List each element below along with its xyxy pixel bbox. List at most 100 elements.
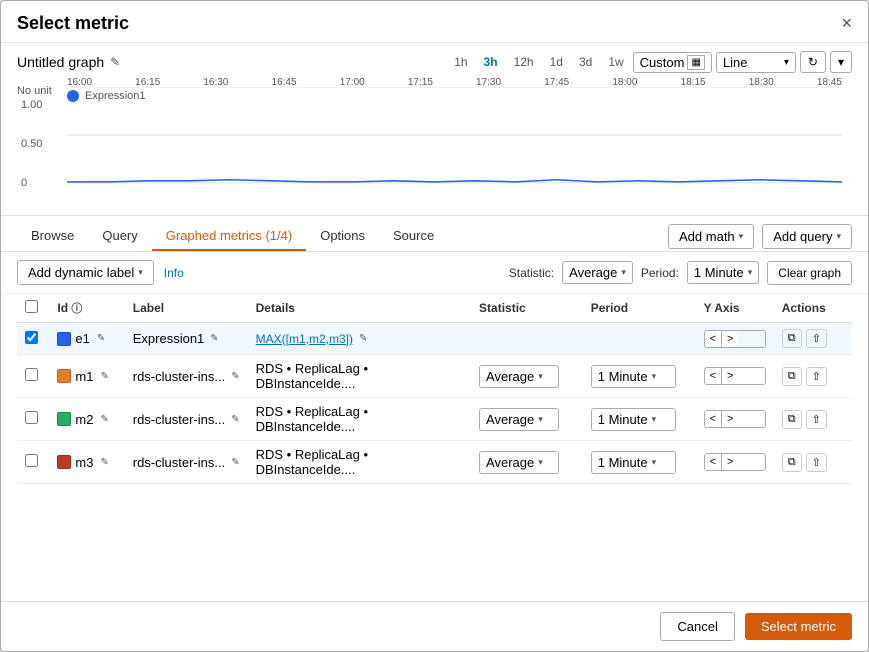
period-select[interactable]: 1 Minute ▾ (687, 261, 759, 284)
chart-type-label: Line (723, 55, 748, 70)
row2-yaxis-ctrl: < > (704, 367, 766, 385)
row1-details-edit[interactable]: ✎ (359, 333, 367, 344)
time-custom[interactable]: Custom ▦ (633, 52, 712, 73)
table-row: m2 ✎ rds-cluster-ins... ✎ RDS • ReplicaL… (17, 398, 852, 441)
chart-type-select[interactable]: Line ▾ (716, 52, 796, 73)
cancel-button[interactable]: Cancel (660, 612, 734, 641)
select-all-checkbox[interactable] (25, 300, 38, 313)
add-math-button[interactable]: Add math ▾ (668, 224, 754, 249)
row3-statistic-cell: Average ▾ (471, 398, 583, 441)
row1-yaxis-left[interactable]: < (705, 331, 722, 347)
y-val-1: 1.00 (21, 99, 42, 111)
row1-edit-icon[interactable]: ✎ (97, 333, 105, 344)
row4-checkbox[interactable] (25, 454, 38, 467)
row2-statistic-select[interactable]: Average ▾ (479, 365, 559, 388)
row3-edit-icon[interactable]: ✎ (100, 414, 108, 425)
table-area: Id ⓘ Label Details Statistic Period Y Ax… (1, 294, 868, 601)
info-link[interactable]: Info (164, 266, 184, 280)
calendar-icon: ▦ (687, 55, 704, 70)
row1-details[interactable]: MAX([m1,m2,m3]) (256, 332, 353, 346)
row2-move-button[interactable]: ⇧ (806, 367, 827, 386)
row4-copy-button[interactable]: ⧉ (782, 453, 802, 472)
row1-id-cell: e1 ✎ (49, 323, 124, 355)
graph-title-edit-icon[interactable]: ✎ (110, 55, 120, 69)
row4-edit-icon[interactable]: ✎ (100, 457, 108, 468)
row2-copy-button[interactable]: ⧉ (782, 367, 802, 386)
row3-label-edit[interactable]: ✎ (231, 414, 239, 425)
row2-yaxis-left[interactable]: < (705, 368, 722, 384)
row1-move-button[interactable]: ⇧ (806, 329, 827, 348)
row3-checkbox[interactable] (25, 411, 38, 424)
id-info-icon[interactable]: ⓘ (71, 303, 82, 315)
row2-period-select[interactable]: 1 Minute ▾ (591, 365, 676, 388)
select-metric-button[interactable]: Select metric (745, 613, 852, 640)
statistic-select[interactable]: Average ▾ (562, 261, 633, 284)
y-axis-unit: No unit (17, 85, 52, 97)
time-1h[interactable]: 1h (447, 52, 474, 72)
row4-details: RDS • ReplicaLag • DBInstanceIde.... (256, 447, 368, 477)
row3-period-select[interactable]: 1 Minute ▾ (591, 408, 676, 431)
row2-details-cell: RDS • ReplicaLag • DBInstanceIde.... (248, 355, 471, 398)
row4-label-edit[interactable]: ✎ (231, 457, 239, 468)
y-val-2: 0.50 (21, 138, 42, 150)
tab-options[interactable]: Options (306, 222, 379, 251)
row2-yaxis-right[interactable]: > (722, 368, 738, 384)
row4-stat-val: Average (486, 455, 534, 470)
table-row: m1 ✎ rds-cluster-ins... ✎ RDS • ReplicaL… (17, 355, 852, 398)
row1-yaxis-cell: < > (696, 323, 774, 355)
row1-yaxis-right[interactable]: > (722, 331, 738, 347)
row2-actions: ⧉ ⇧ (782, 367, 844, 386)
tab-source[interactable]: Source (379, 222, 448, 251)
row1-checkbox[interactable] (25, 331, 38, 344)
period-label: Period: (641, 266, 679, 280)
row3-yaxis-left[interactable]: < (705, 411, 722, 427)
row3-yaxis-right[interactable]: > (722, 411, 738, 427)
add-math-caret: ▾ (739, 231, 744, 242)
row4-yaxis-left[interactable]: < (705, 454, 722, 470)
y-values: 1.00 0.50 0 (21, 99, 42, 189)
row4-period-select[interactable]: 1 Minute ▾ (591, 451, 676, 474)
dynamic-label-text: Add dynamic label (28, 265, 134, 280)
time-12h[interactable]: 12h (507, 52, 541, 72)
statistic-label: Statistic: (509, 266, 554, 280)
clear-graph-button[interactable]: Clear graph (767, 261, 852, 285)
row2-period-cell: 1 Minute ▾ (583, 355, 696, 398)
row2-statistic-cell: Average ▾ (471, 355, 583, 398)
row3-copy-button[interactable]: ⧉ (782, 410, 802, 429)
row1-copy-button[interactable]: ⧉ (782, 329, 802, 348)
row3-details: RDS • ReplicaLag • DBInstanceIde.... (256, 404, 368, 434)
row4-stat-caret: ▾ (538, 457, 543, 468)
tab-browse[interactable]: Browse (17, 222, 88, 251)
add-query-button[interactable]: Add query ▾ (762, 224, 852, 249)
time-3h[interactable]: 3h (477, 52, 505, 72)
row2-label-edit[interactable]: ✎ (231, 371, 239, 382)
th-actions: Actions (774, 294, 852, 323)
row3-yaxis-ctrl: < > (704, 410, 766, 428)
row3-statistic-select[interactable]: Average ▾ (479, 408, 559, 431)
graph-toolbar: Untitled graph ✎ 1h 3h 12h 1d 3d 1w Cust… (17, 51, 852, 73)
row4-id-cell: m3 ✎ (49, 441, 124, 484)
refresh-button[interactable]: ↻ (800, 51, 826, 73)
row3-period-caret: ▾ (652, 414, 657, 425)
row2-edit-icon[interactable]: ✎ (100, 371, 108, 382)
dynamic-label-button[interactable]: Add dynamic label ▾ (17, 260, 154, 285)
time-1d[interactable]: 1d (543, 52, 570, 72)
row2-checkbox[interactable] (25, 368, 38, 381)
close-button[interactable]: × (841, 13, 852, 34)
th-details: Details (248, 294, 471, 323)
tab-query[interactable]: Query (88, 222, 151, 251)
row4-yaxis-right[interactable]: > (722, 454, 738, 470)
th-label: Label (125, 294, 248, 323)
row3-move-button[interactable]: ⇧ (806, 410, 827, 429)
graph-options-button[interactable]: ▾ (830, 51, 852, 73)
time-3d[interactable]: 3d (572, 52, 599, 72)
row1-label-edit[interactable]: ✎ (210, 333, 218, 344)
th-id: Id ⓘ (49, 294, 124, 323)
row4-statistic-select[interactable]: Average ▾ (479, 451, 559, 474)
tab-graphed-metrics[interactable]: Graphed metrics (1/4) (152, 222, 306, 251)
row4-move-button[interactable]: ⇧ (806, 453, 827, 472)
time-1w[interactable]: 1w (601, 52, 630, 72)
metrics-table: Id ⓘ Label Details Statistic Period Y Ax… (17, 294, 852, 484)
graph-controls-right: 1h 3h 12h 1d 3d 1w Custom ▦ Line ▾ ↻ ▾ (447, 51, 852, 73)
row3-yaxis-cell: < > (696, 398, 774, 441)
